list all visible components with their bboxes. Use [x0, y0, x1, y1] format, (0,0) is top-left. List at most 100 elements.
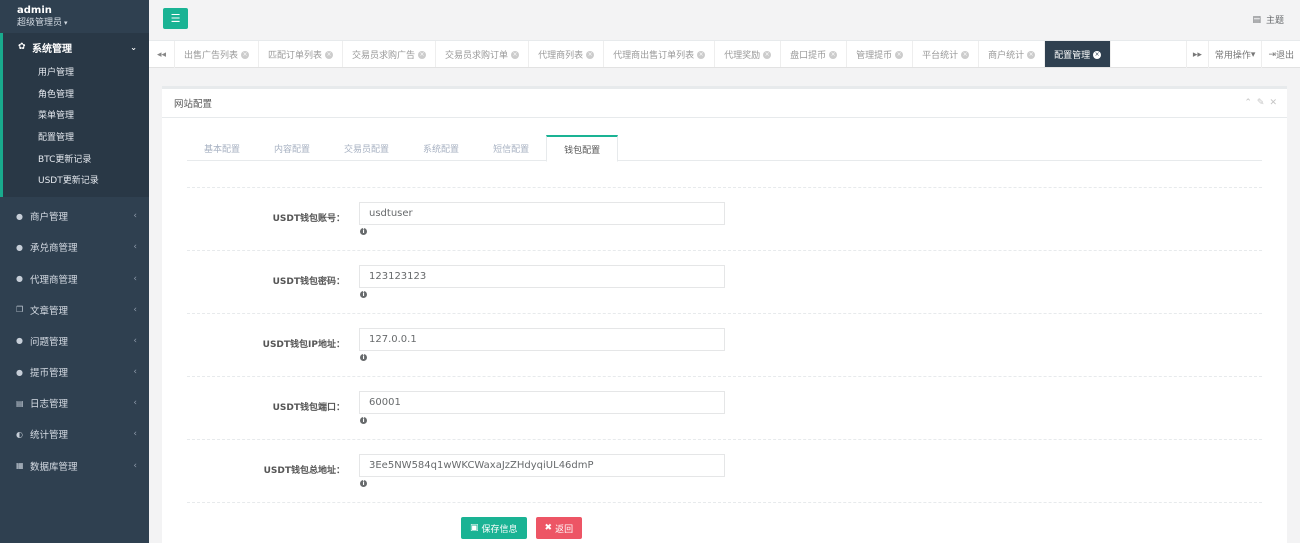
page-tab[interactable]: 交易员求购订单 ×: [436, 41, 530, 67]
theme-label: 主题: [1265, 16, 1284, 26]
menu-toggle-button[interactable]: ☰: [163, 8, 188, 29]
profile-role[interactable]: 超级管理员 ▾: [17, 17, 149, 29]
profile-role-label: 超级管理员: [17, 18, 63, 28]
page-tab-label: 出售广告列表: [184, 51, 239, 61]
usdt-password-input[interactable]: 123123123: [359, 265, 725, 288]
forward-icon: ▸▸: [1192, 49, 1202, 60]
profile[interactable]: admin 超级管理员 ▾: [0, 0, 149, 33]
theme-icon: ▤: [1252, 14, 1261, 25]
usdt-ip-input[interactable]: 127.0.0.1: [359, 328, 725, 351]
tab-ops-label: 常用操作: [1214, 51, 1251, 61]
sidebar-subitem-usdt-log[interactable]: USDT更新记录: [3, 169, 149, 191]
theme-button[interactable]: ▤ 主题: [1252, 13, 1284, 27]
close-icon[interactable]: ×: [895, 50, 904, 59]
page-tab[interactable]: 代理商出售订单列表 ×: [604, 41, 716, 67]
close-icon[interactable]: ×: [1027, 50, 1036, 59]
page-tab[interactable]: 代理奖励 ×: [715, 41, 782, 67]
logout-label: 退出: [1275, 51, 1294, 61]
field-label: USDT钱包密码：: [272, 277, 345, 287]
close-icon[interactable]: ×: [325, 50, 334, 59]
sidebar-item-label: 统计管理: [30, 430, 69, 442]
page-tab-active[interactable]: 配置管理 ×: [1045, 41, 1112, 67]
sidebar-item-label: 日志管理: [30, 399, 69, 411]
sidebar-item-agent[interactable]: ● 代理商管理 ‹: [0, 263, 149, 294]
sign-out-icon: ⇥: [1268, 49, 1276, 60]
tabs-scroll-left-button[interactable]: ◂◂: [149, 41, 175, 68]
page-tab-label: 交易员求购订单: [445, 51, 509, 61]
usdt-port-input[interactable]: 60001: [359, 391, 725, 414]
config-tab-system[interactable]: 系统配置: [406, 135, 476, 161]
page-tab-label: 配置管理: [1054, 51, 1091, 61]
chevron-left-icon: ‹: [133, 460, 137, 471]
page-tab[interactable]: 匹配订单列表 ×: [259, 41, 344, 67]
chevron-up-icon[interactable]: ⌃: [1244, 98, 1252, 108]
field-label: USDT钱包IP地址：: [262, 340, 345, 350]
caret-down-icon: ▾: [1250, 49, 1256, 60]
close-icon[interactable]: ×: [511, 50, 520, 59]
page-tab-label: 代理奖励: [724, 51, 761, 61]
sidebar-item-label: 文章管理: [30, 305, 69, 317]
config-tab-sms[interactable]: 短信配置: [476, 135, 546, 161]
page-tab-label: 代理商出售订单列表: [613, 51, 695, 61]
sidebar: admin 超级管理员 ▾ ✿ 系统管理 ⌄ 用户管理 角色管理 菜单管理 配置管…: [0, 0, 149, 543]
sidebar-item-merchant[interactable]: ● 商户管理 ‹: [0, 201, 149, 232]
info-icon: i: [360, 228, 367, 235]
close-icon[interactable]: ×: [1093, 50, 1102, 59]
logout-button[interactable]: ⇥ 退出: [1261, 41, 1300, 68]
page-tab-label: 代理商列表: [538, 51, 584, 61]
form-row-port: USDT钱包端口： 60001 i: [187, 376, 1262, 439]
usdt-address-input[interactable]: 3Ee5NW584q1wWKCWaxaJzZHdyqiUL46dmP: [359, 454, 725, 477]
sidebar-item-acceptor[interactable]: ● 承兑商管理 ‹: [0, 232, 149, 263]
sidebar-item-question[interactable]: ● 问题管理 ‹: [0, 325, 149, 356]
save-label: 保存信息: [481, 524, 518, 535]
sidebar-item-system[interactable]: ✿ 系统管理 ⌄: [3, 33, 149, 61]
back-button[interactable]: ✖ 返回: [535, 517, 583, 539]
close-icon[interactable]: ×: [586, 50, 595, 59]
close-icon[interactable]: ✕: [1269, 98, 1277, 108]
page-tabs-bar: ◂◂ 出售广告列表 × 匹配订单列表 × 交易员求购广告 × 交易员求购订单 × 代理商…: [149, 40, 1300, 68]
sidebar-subitem-btc-log[interactable]: BTC更新记录: [3, 147, 149, 169]
config-tab-content[interactable]: 内容配置: [257, 135, 327, 161]
close-icon[interactable]: ×: [697, 50, 706, 59]
close-icon[interactable]: ×: [961, 50, 970, 59]
page-tab[interactable]: 管理提币 ×: [847, 41, 914, 67]
tabs-scroll-right-button[interactable]: ▸▸: [1185, 41, 1208, 68]
page-tab[interactable]: 出售广告列表 ×: [175, 41, 260, 67]
sidebar-subitem-users[interactable]: 用户管理: [3, 61, 149, 83]
config-tab-basic[interactable]: 基本配置: [187, 135, 257, 161]
close-icon[interactable]: ×: [418, 50, 427, 59]
page-tab[interactable]: 代理商列表 ×: [529, 41, 605, 67]
page-tab[interactable]: 交易员求购广告 ×: [343, 41, 437, 67]
close-icon[interactable]: ×: [829, 50, 838, 59]
tab-ops-dropdown[interactable]: 常用操作 ▾: [1207, 41, 1262, 68]
usdt-account-input[interactable]: usdtuser: [359, 202, 725, 225]
profile-name: admin: [17, 5, 52, 16]
chevron-left-icon: ‹: [133, 335, 137, 346]
page-tabs: 出售广告列表 × 匹配订单列表 × 交易员求购广告 × 交易员求购订单 × 代理商列表 ×…: [175, 41, 1186, 67]
sidebar-subitem-roles[interactable]: 角色管理: [3, 83, 149, 105]
wrench-icon[interactable]: ✎: [1257, 98, 1265, 108]
close-icon[interactable]: ×: [241, 50, 250, 59]
bars-icon: ☰: [170, 12, 181, 25]
sidebar-item-database[interactable]: ▦ 数据库管理 ‹: [0, 450, 149, 481]
sidebar-subitem-config[interactable]: 配置管理: [3, 126, 149, 148]
sidebar-item-label: 系统管理: [32, 43, 72, 55]
sidebar-item-log[interactable]: ▤ 日志管理 ‹: [0, 388, 149, 419]
chevron-down-icon: ⌄: [130, 42, 137, 52]
page-tab[interactable]: 盘口提币 ×: [781, 41, 848, 67]
sidebar-item-withdraw[interactable]: ● 提币管理 ‹: [0, 357, 149, 388]
close-icon[interactable]: ×: [763, 50, 772, 59]
sidebar-item-label: 问题管理: [30, 336, 69, 348]
config-tabs: 基本配置 内容配置 交易员配置 系统配置 短信配置 钱包配置: [187, 135, 1262, 162]
topbar: ☰ ▤ 主题: [149, 0, 1300, 40]
page-tab[interactable]: 商户统计 ×: [979, 41, 1046, 67]
sidebar-item-article[interactable]: ❐ 文章管理 ‹: [0, 294, 149, 325]
save-button[interactable]: ▣ 保存信息: [461, 517, 527, 539]
page-tab[interactable]: 平台统计 ×: [913, 41, 980, 67]
sidebar-subitem-menus[interactable]: 菜单管理: [3, 104, 149, 126]
sidebar-item-label: 商户管理: [30, 212, 69, 224]
config-tab-trader[interactable]: 交易员配置: [327, 135, 406, 161]
sidebar-item-stats[interactable]: ◐ 统计管理 ‹: [0, 419, 149, 450]
chevron-left-icon: ‹: [133, 273, 137, 284]
config-tab-wallet[interactable]: 钱包配置: [546, 135, 619, 162]
